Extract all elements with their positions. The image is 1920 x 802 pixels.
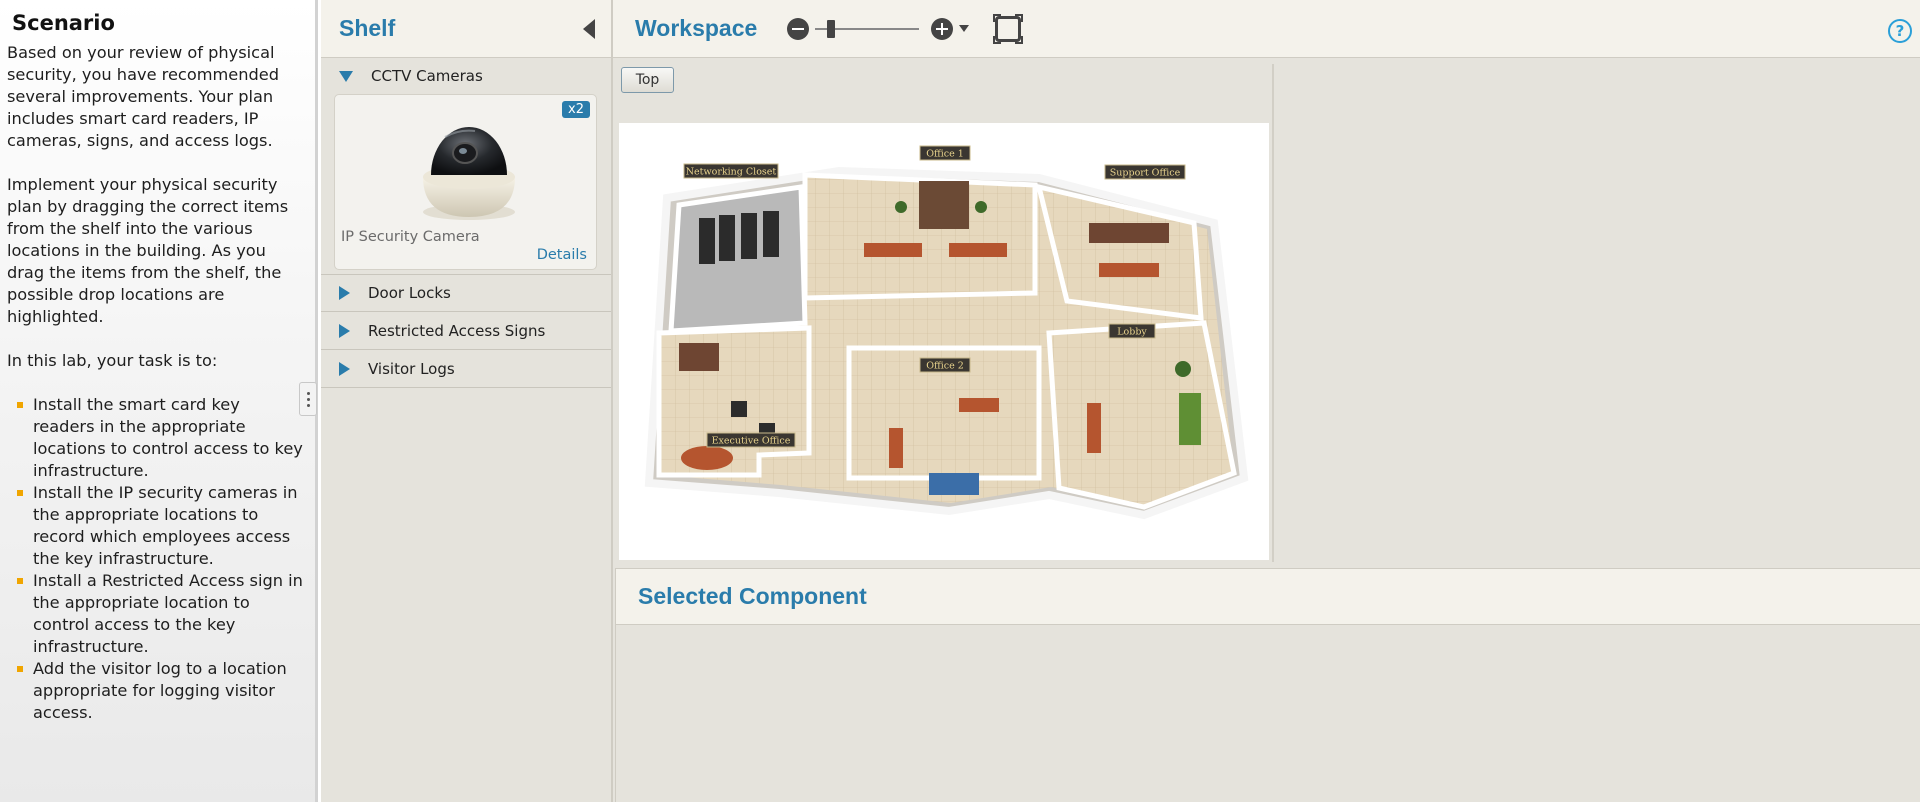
room-label-lobby: Lobby (1108, 323, 1156, 339)
room-label-networking-closet: Networking Closet (683, 163, 779, 179)
room-label-support-office: Support Office (1104, 164, 1186, 180)
task-item: Install the smart card key readers in th… (15, 394, 305, 482)
shelf-item-ip-security-camera[interactable]: x2 IP Security Camera Details (334, 94, 597, 270)
collapsed-arrow-icon (339, 323, 350, 338)
scenario-task-heading: In this lab, your task is to: (7, 351, 218, 370)
shelf-panel: Shelf CCTV Cameras x2 IP Security Camera… (321, 0, 613, 802)
shelf-category-restricted-access-signs[interactable]: Restricted Access Signs (321, 312, 611, 350)
svg-text:Office 1: Office 1 (926, 149, 964, 160)
collapse-left-icon[interactable] (583, 18, 595, 39)
svg-text:Executive Office: Executive Office (712, 436, 791, 447)
shelf-category-door-locks[interactable]: Door Locks (321, 274, 611, 312)
svg-text:Support Office: Support Office (1110, 168, 1181, 179)
expanded-arrow-icon (339, 70, 353, 82)
zoom-controls (787, 13, 1024, 44)
scenario-intro: Based on your review of physical securit… (7, 43, 280, 150)
floor-plan-map[interactable]: Networking Closet Office 1 Support Offic… (619, 123, 1269, 560)
item-name: IP Security Camera (341, 229, 480, 245)
selected-component-panel: Selected Component (615, 568, 1920, 802)
details-link[interactable]: Details (537, 247, 587, 263)
shelf-title: Shelf (339, 15, 396, 41)
bullet-icon (17, 578, 23, 584)
room-label-office-2: Office 2 (919, 357, 971, 373)
zoom-in-icon[interactable] (931, 17, 954, 40)
svg-text:Office 2: Office 2 (926, 361, 964, 372)
selected-component-header: Selected Component (616, 569, 1920, 625)
zoom-slider-thumb[interactable] (827, 19, 836, 38)
ip-camera-icon (423, 127, 515, 220)
category-label: Door Locks (368, 284, 451, 302)
zoom-out-icon[interactable] (787, 17, 810, 40)
category-label: Visitor Logs (368, 359, 455, 378)
category-label: CCTV Cameras (371, 67, 483, 85)
room-label-office-1: Office 1 (919, 145, 971, 161)
svg-text:Networking Closet: Networking Closet (686, 167, 777, 178)
fit-to-screen-icon[interactable] (993, 13, 1024, 44)
shelf-category-cctv-cameras[interactable]: CCTV Cameras (321, 58, 611, 94)
collapsed-arrow-icon (339, 286, 350, 300)
workspace-panel: Workspace ? Top Networking Closet Office… (613, 0, 1920, 802)
room-label-executive-office: Executive Office (706, 432, 796, 448)
category-label: Restricted Access Signs (368, 321, 546, 340)
workspace-header: Workspace ? (613, 0, 1920, 58)
selected-component-title: Selected Component (638, 583, 867, 609)
scenario-instructions: Implement your physical security plan by… (7, 175, 289, 326)
task-text: Install the IP security cameras in the a… (33, 483, 298, 568)
chevron-down-icon[interactable] (959, 25, 970, 32)
task-text: Install a Restricted Access sign in the … (33, 571, 303, 656)
zoom-slider[interactable] (815, 19, 920, 38)
shelf-category-visitor-logs[interactable]: Visitor Logs (321, 350, 611, 388)
task-list: Install the smart card key readers in th… (15, 394, 305, 724)
scenario-title: Scenario (12, 11, 115, 35)
help-icon[interactable]: ? (1888, 19, 1912, 43)
svg-text:Lobby: Lobby (1117, 327, 1147, 338)
divider (1272, 64, 1274, 562)
scenario-panel: Scenario Based on your review of physica… (0, 0, 318, 802)
quantity-badge: x2 (562, 101, 590, 118)
bullet-icon (17, 402, 23, 408)
floor-plan-image: Networking Closet Office 1 Support Offic… (644, 145, 1249, 520)
shelf-header: Shelf (321, 0, 611, 58)
task-item: Install a Restricted Access sign in the … (15, 570, 305, 658)
bullet-icon (17, 666, 23, 672)
panel-resize-handle[interactable] (299, 382, 317, 416)
workspace-title: Workspace (635, 15, 758, 41)
top-view-button[interactable]: Top (621, 67, 674, 93)
task-item: Install the IP security cameras in the a… (15, 482, 305, 570)
task-text: Add the visitor log to a location approp… (33, 659, 287, 722)
bullet-icon (17, 490, 23, 496)
task-item: Add the visitor log to a location approp… (15, 658, 305, 724)
task-text: Install the smart card key readers in th… (33, 395, 303, 480)
collapsed-arrow-icon (339, 361, 350, 376)
